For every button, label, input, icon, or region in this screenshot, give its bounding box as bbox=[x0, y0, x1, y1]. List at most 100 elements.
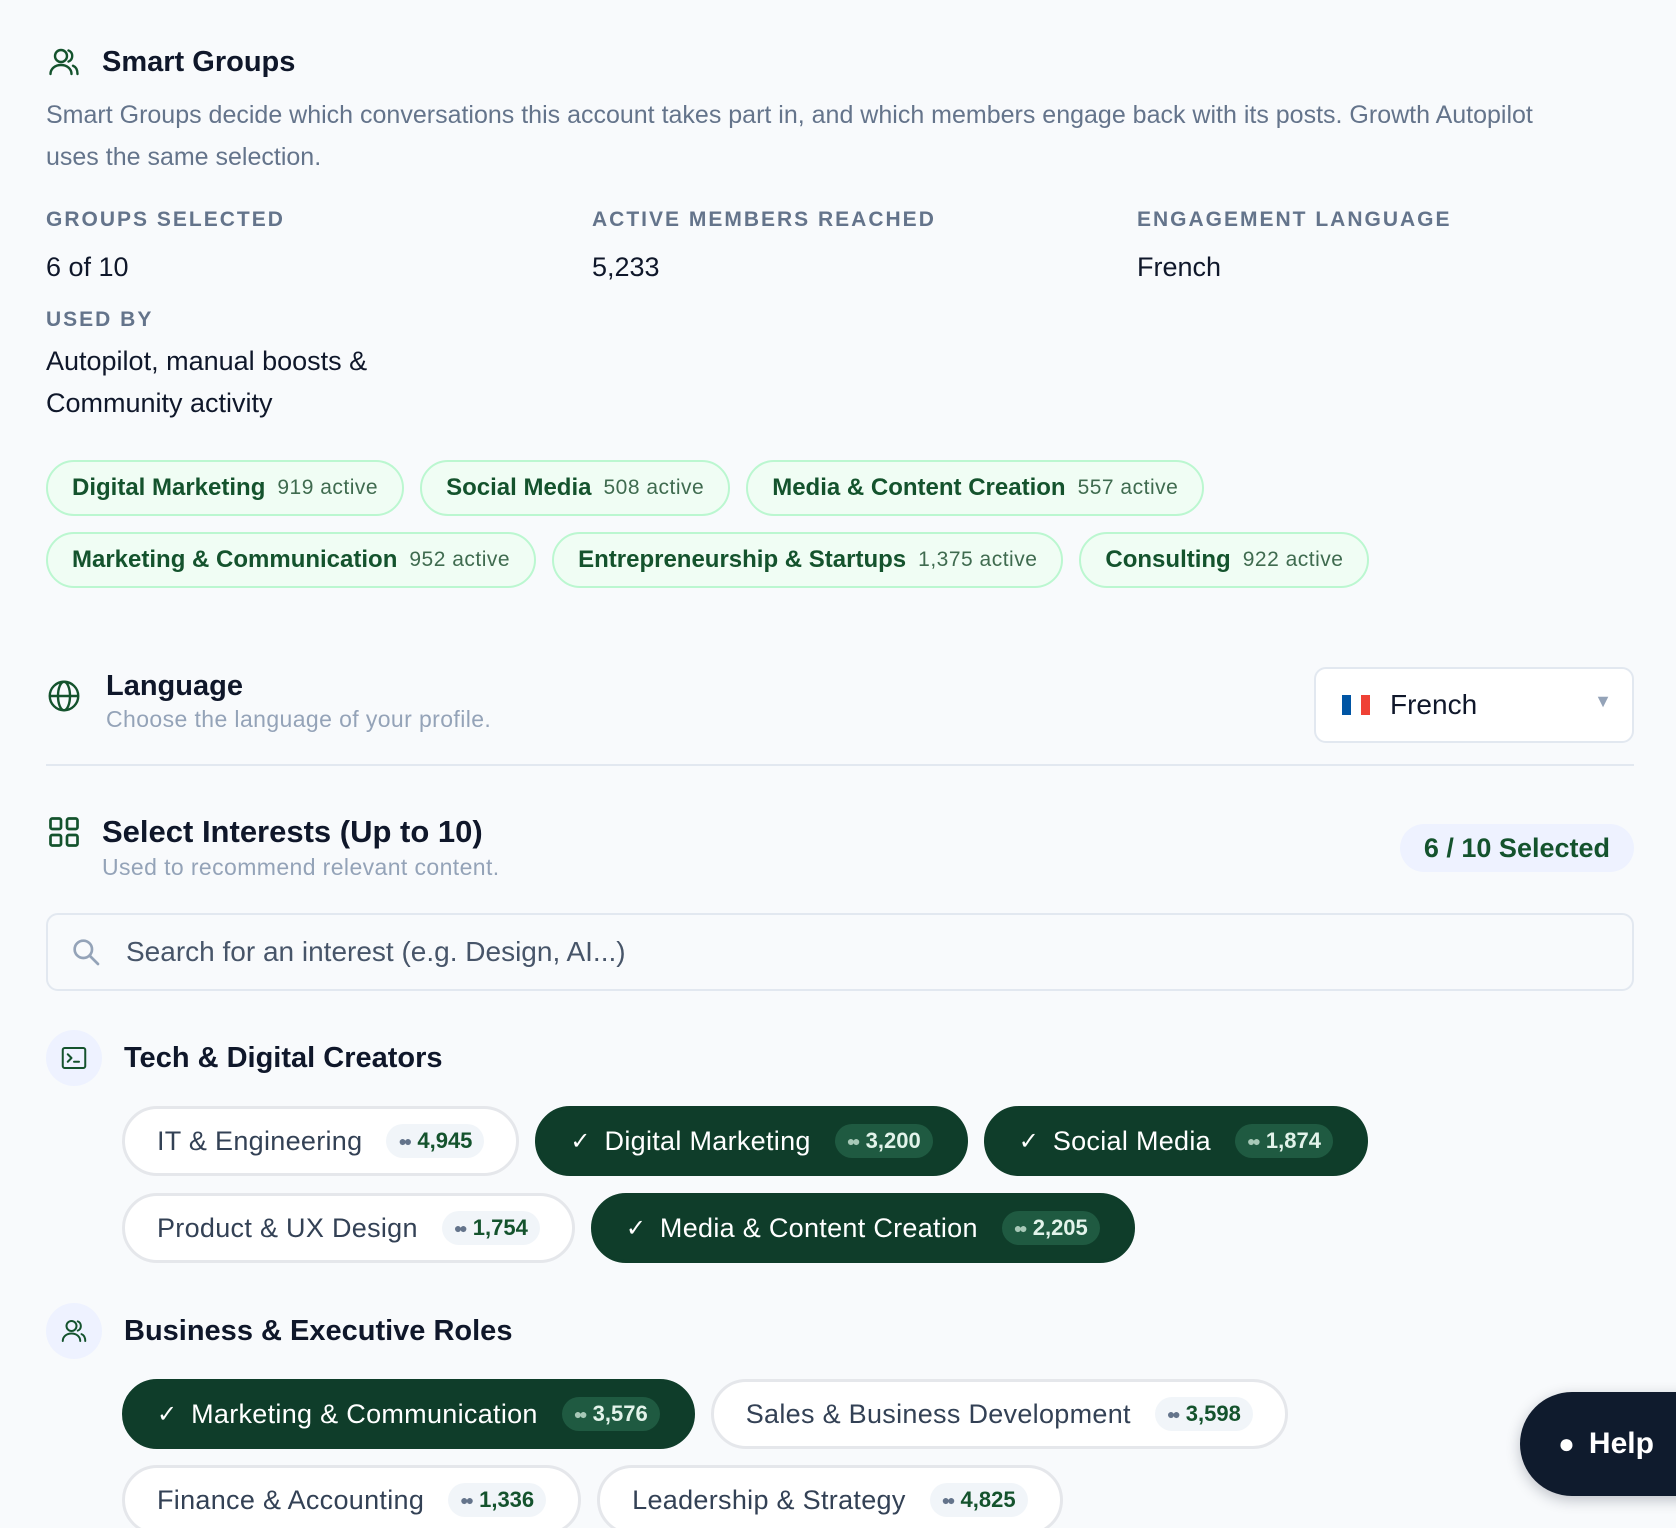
users-icon bbox=[61, 1320, 87, 1342]
language-section: Language Choose the language of your pro… bbox=[46, 666, 1634, 766]
grid-icon bbox=[49, 817, 79, 847]
group-active-count: 508 active bbox=[603, 476, 705, 499]
interest-chip-digital-marketing[interactable]: ✓ Digital Marketing ●● 3,200 bbox=[535, 1106, 968, 1176]
terminal-icon bbox=[61, 1047, 87, 1069]
chip-member-count: ●● 1,874 bbox=[1235, 1124, 1333, 1158]
stat-value: 5,233 bbox=[592, 252, 660, 282]
chip-label: Sales & Business Development bbox=[745, 1398, 1131, 1429]
interest-chip-leadership-strategy[interactable]: Leadership & Strategy ●● 4,825 bbox=[597, 1465, 1063, 1528]
chip-member-count: ●● 3,200 bbox=[834, 1124, 933, 1158]
group-active-count: 1,375 active bbox=[918, 548, 1038, 571]
smart-groups-description: Smart Groups decide which conversations … bbox=[46, 101, 1533, 171]
chip-label: Leadership & Strategy bbox=[632, 1484, 906, 1515]
chat-bubble-icon: ● bbox=[1558, 1428, 1575, 1459]
stat-groups-selected: GROUPS SELECTED 6 of 10 bbox=[46, 208, 285, 288]
chip-row: ✓ Marketing & Communication ●● 3,576 Sale… bbox=[122, 1379, 1288, 1449]
stat-active-members: ACTIVE MEMBERS REACHED 5,233 bbox=[592, 208, 936, 288]
stat-value: French bbox=[1137, 252, 1222, 282]
smart-group-pill: Social Media 508 active bbox=[420, 460, 731, 516]
users-icon bbox=[49, 48, 79, 76]
interest-chip-finance-accounting[interactable]: Finance & Accounting ●● 1,336 bbox=[122, 1465, 582, 1528]
chip-label: Digital Marketing bbox=[604, 1125, 811, 1156]
language-title: Language bbox=[106, 670, 243, 702]
people-icon: ●● bbox=[941, 1492, 956, 1508]
stat-label: GROUPS SELECTED bbox=[46, 208, 285, 231]
chip-member-count: ●● 3,576 bbox=[561, 1397, 660, 1431]
check-icon: ✓ bbox=[625, 1214, 646, 1242]
group-name: Digital Marketing bbox=[72, 474, 266, 501]
chip-member-count: ●● 2,205 bbox=[1001, 1211, 1100, 1245]
stat-used-by: USED BY Autopilot, manual boosts & Commu… bbox=[46, 308, 426, 424]
chip-label: IT & Engineering bbox=[157, 1125, 363, 1156]
chip-label: Media & Content Creation bbox=[659, 1212, 978, 1243]
chip-label: Social Media bbox=[1052, 1125, 1211, 1156]
chip-row: IT & Engineering ●● 4,945 ✓ Digital Marke… bbox=[122, 1106, 1368, 1176]
chip-label: Marketing & Communication bbox=[191, 1398, 538, 1429]
category-title: Tech & Digital Creators bbox=[124, 1041, 443, 1074]
france-flag-icon bbox=[1342, 695, 1370, 715]
smart-groups-row-1: Digital Marketing 919 active Social Medi… bbox=[46, 460, 1205, 516]
chip-row: Finance & Accounting ●● 1,336 Leadership … bbox=[122, 1465, 1063, 1528]
people-icon: ●● bbox=[460, 1492, 474, 1508]
smart-group-pill: Media & Content Creation 557 active bbox=[746, 460, 1205, 516]
smart-groups-header: Smart Groups bbox=[46, 44, 295, 80]
smart-group-pill: Consulting 922 active bbox=[1079, 532, 1370, 588]
interest-chip-marketing-communication[interactable]: ✓ Marketing & Communication ●● 3,576 bbox=[122, 1379, 695, 1449]
group-active-count: 557 active bbox=[1077, 476, 1179, 499]
stat-value: Autopilot, manual boosts & Community act… bbox=[46, 346, 368, 418]
interest-chip-product-ux-design[interactable]: Product & UX Design ●● 1,754 bbox=[122, 1193, 575, 1263]
smart-groups-row-2: Marketing & Communication 952 active Ent… bbox=[46, 532, 1370, 588]
smart-group-pill: Digital Marketing 919 active bbox=[46, 460, 405, 516]
interest-chip-it-engineering[interactable]: IT & Engineering ●● 4,945 bbox=[122, 1106, 520, 1176]
chip-member-count: ●● 3,598 bbox=[1154, 1397, 1253, 1431]
group-active-count: 919 active bbox=[277, 476, 379, 499]
category-title: Business & Executive Roles bbox=[124, 1314, 513, 1347]
check-icon: ✓ bbox=[1018, 1127, 1039, 1155]
interest-chip-media-content-creation[interactable]: ✓ Media & Content Creation ●● 2,205 bbox=[590, 1193, 1135, 1263]
help-label: Help bbox=[1588, 1427, 1654, 1460]
stat-value: 6 of 10 bbox=[46, 252, 129, 282]
category-icon-badge bbox=[46, 1030, 102, 1086]
language-subtitle: Choose the language of your profile. bbox=[106, 706, 492, 732]
chip-member-count: ●● 1,336 bbox=[448, 1483, 547, 1517]
group-active-count: 922 active bbox=[1242, 548, 1344, 571]
interest-search-input[interactable] bbox=[126, 936, 1526, 968]
smart-group-pill: Marketing & Communication 952 active bbox=[46, 532, 537, 588]
chip-label: Finance & Accounting bbox=[157, 1484, 425, 1515]
group-active-count: 952 active bbox=[409, 548, 511, 571]
help-button[interactable]: ● Help bbox=[1520, 1392, 1676, 1496]
people-icon: ●● bbox=[453, 1220, 468, 1236]
chip-row: Product & UX Design ●● 1,754 ✓ Media & Co… bbox=[122, 1193, 1135, 1263]
check-icon: ✓ bbox=[570, 1127, 591, 1155]
chip-member-count: ●● 4,945 bbox=[386, 1124, 485, 1158]
check-icon: ✓ bbox=[157, 1400, 178, 1428]
group-name: Entrepreneurship & Startups bbox=[578, 546, 907, 573]
interest-chip-social-media[interactable]: ✓ Social Media ●● 1,874 bbox=[983, 1106, 1368, 1176]
stat-label: ACTIVE MEMBERS REACHED bbox=[592, 208, 936, 231]
interest-chip-sales-business-development[interactable]: Sales & Business Development ●● 3,598 bbox=[710, 1379, 1288, 1449]
chip-member-count: ●● 1,754 bbox=[441, 1211, 540, 1245]
category-header-business: Business & Executive Roles bbox=[46, 1303, 512, 1359]
language-select[interactable]: French ▼ bbox=[1314, 667, 1634, 743]
globe-icon bbox=[48, 680, 80, 712]
smart-groups-title: Smart Groups bbox=[102, 45, 296, 78]
chip-label: Product & UX Design bbox=[157, 1212, 418, 1243]
chevron-down-icon: ▼ bbox=[1594, 691, 1612, 711]
stat-label: ENGAGEMENT LANGUAGE bbox=[1137, 208, 1452, 231]
people-icon: ●● bbox=[573, 1406, 588, 1422]
interests-title: Select Interests (Up to 10) bbox=[102, 814, 483, 849]
interests-subtitle: Used to recommend relevant content. bbox=[102, 854, 500, 880]
group-name: Marketing & Communication bbox=[72, 546, 398, 573]
category-icon-badge bbox=[46, 1303, 102, 1359]
interest-search-box bbox=[46, 913, 1634, 991]
people-icon: ●● bbox=[1247, 1133, 1261, 1149]
smart-group-pill: Entrepreneurship & Startups 1,375 active bbox=[552, 532, 1064, 588]
chip-member-count: ●● 4,825 bbox=[929, 1483, 1028, 1517]
language-select-value: French bbox=[1390, 689, 1478, 720]
people-icon: ●● bbox=[1013, 1220, 1028, 1236]
group-name: Media & Content Creation bbox=[772, 474, 1066, 501]
people-icon: ●● bbox=[846, 1133, 861, 1149]
stat-engagement-language: ENGAGEMENT LANGUAGE French bbox=[1137, 208, 1452, 288]
group-name: Social Media bbox=[446, 474, 592, 501]
group-name: Consulting bbox=[1105, 546, 1231, 573]
